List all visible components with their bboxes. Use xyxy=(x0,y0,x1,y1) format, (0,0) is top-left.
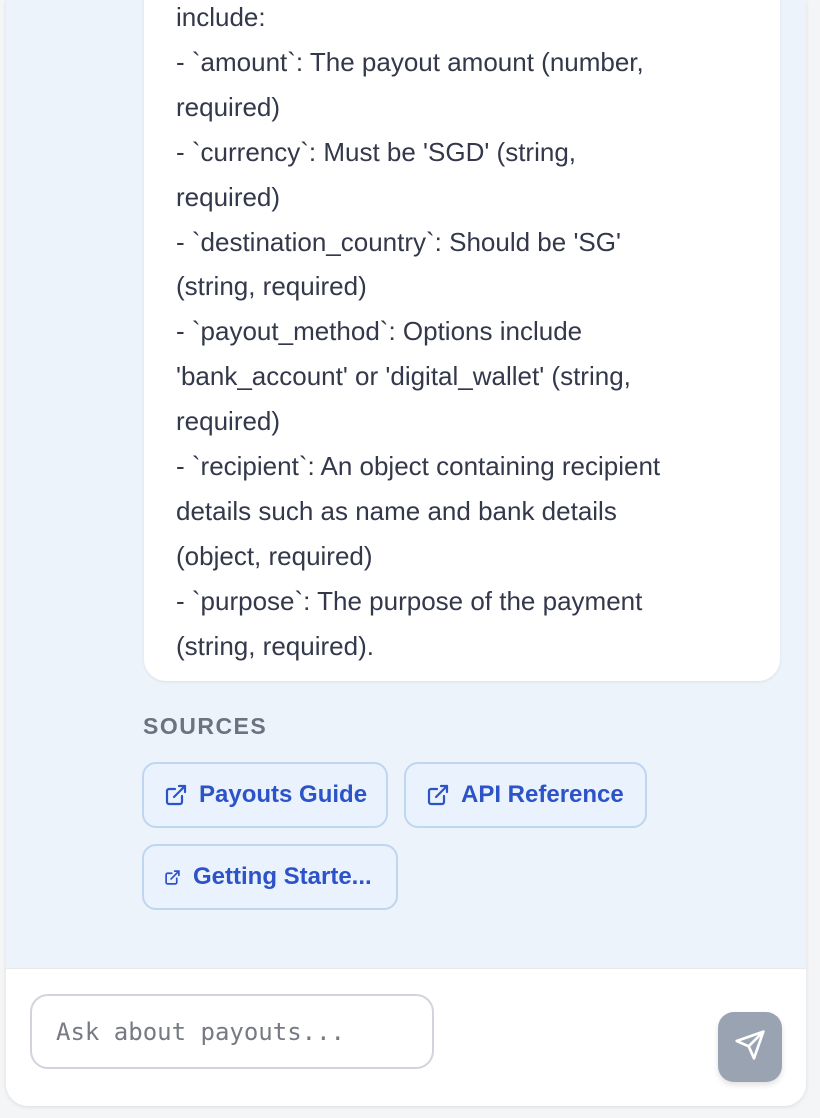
send-icon xyxy=(734,1029,766,1066)
message-line: required) xyxy=(176,406,281,437)
composer xyxy=(6,968,806,1106)
message-line: - `purpose`: The purpose of the payment xyxy=(176,585,643,616)
source-link-api-reference[interactable]: API Reference xyxy=(404,762,647,828)
source-link-payouts-guide[interactable]: Payouts Guide xyxy=(142,762,388,828)
message-line: 'bank_account' or 'digital_wallet' (stri… xyxy=(176,361,631,392)
message-line: - `payout_method`: Options include xyxy=(176,316,583,347)
message-line: (string, required) xyxy=(176,271,367,302)
chat-panel: include: - `amount`: The payout amount (… xyxy=(6,0,806,1106)
message-line: - `recipient`: An object containing reci… xyxy=(176,451,661,482)
message-line: (object, required) xyxy=(176,540,373,571)
message-line: required) xyxy=(176,181,281,212)
message-line: required) xyxy=(176,91,281,122)
send-button[interactable] xyxy=(718,1012,782,1082)
source-link-label: API Reference xyxy=(461,781,624,808)
message-line: include: xyxy=(176,2,266,32)
source-link-getting-started[interactable]: Getting Starte... xyxy=(142,844,398,910)
source-link-label: Payouts Guide xyxy=(199,781,368,808)
assistant-message: include: - `amount`: The payout amount (… xyxy=(144,0,780,681)
external-link-icon xyxy=(164,869,181,886)
message-line: details such as name and bank details xyxy=(176,495,617,526)
message-list[interactable]: include: - `amount`: The payout amount (… xyxy=(6,0,806,962)
message-line: - `amount`: The payout amount (number, xyxy=(176,46,644,77)
message-line: (string, required). xyxy=(176,630,374,661)
message-line: - `currency`: Must be 'SGD' (string, xyxy=(176,136,577,167)
sources-heading: SOURCES xyxy=(143,713,268,739)
source-link-label: Getting Starte... xyxy=(193,863,372,890)
chat-input[interactable] xyxy=(30,994,434,1069)
external-link-icon xyxy=(164,783,188,807)
message-line: - `destination_country`: Should be 'SG' xyxy=(176,226,621,257)
external-link-icon xyxy=(426,783,450,807)
